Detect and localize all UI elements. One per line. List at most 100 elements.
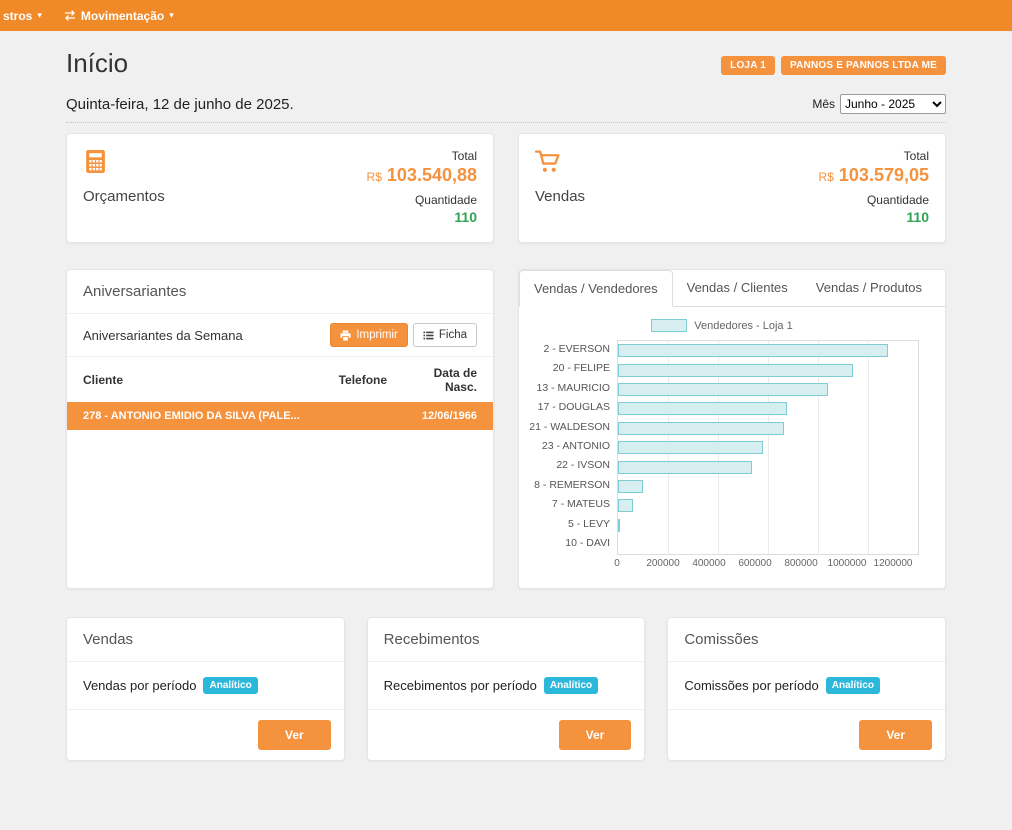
- total-label: Total: [367, 149, 477, 163]
- birthdays-panel: Aniversariantes Aniversariantes da Seman…: [66, 269, 494, 589]
- tab-vendas-vendedores[interactable]: Vendas / Vendedores: [519, 270, 673, 307]
- orcamentos-card: Orçamentos Total R$ 103.540,88 Quantidad…: [66, 133, 494, 243]
- legend-label: Vendedores - Loja 1: [694, 320, 792, 332]
- chart-labels: 2 - EVERSON20 - FELIPE13 - MAURICIO17 - …: [525, 340, 617, 555]
- month-filter: Mês Junho - 2025: [812, 94, 946, 114]
- tab-vendas-clientes[interactable]: Vendas / Clientes: [673, 270, 802, 306]
- orcamentos-title: Orçamentos: [83, 188, 165, 227]
- chart-bar-row: [618, 438, 918, 457]
- column-header-telefone: Telefone: [323, 357, 404, 402]
- x-axis-tick-label: 600000: [738, 558, 771, 569]
- ver-recebimentos-button[interactable]: Ver: [559, 720, 632, 750]
- nav-item-cadastros[interactable]: stros ▾: [0, 0, 53, 31]
- table-row[interactable]: 278 - ANTONIO EMIDIO DA SILVA (PALE... 1…: [67, 402, 493, 430]
- chart-bar: [618, 402, 787, 415]
- column-header-cliente: Cliente: [67, 357, 323, 402]
- sales-panel: Vendas / Vendedores Vendas / Clientes Ve…: [518, 269, 946, 589]
- sales-chart: Vendedores - Loja 1 2 - EVERSON20 - FELI…: [519, 307, 945, 574]
- printer-icon: [340, 330, 351, 341]
- chevron-down-icon: ▾: [37, 11, 42, 20]
- chart-bar-row: [618, 457, 918, 476]
- birthdays-table: Cliente Telefone Data de Nasc. 278 - ANT…: [67, 357, 493, 430]
- chart-bar-row: [618, 380, 918, 399]
- chart-plot: [617, 340, 919, 555]
- y-axis-category-label: 22 - IVSON: [525, 456, 617, 475]
- cell-cliente: 278 - ANTONIO EMIDIO DA SILVA (PALE...: [67, 402, 323, 430]
- month-label: Mês: [812, 97, 835, 111]
- quantity-label: Quantidade: [819, 193, 929, 207]
- chart-bar: [618, 519, 620, 532]
- x-axis-tick-label: 1000000: [828, 558, 867, 569]
- ver-vendas-button[interactable]: Ver: [258, 720, 331, 750]
- cell-nascimento: 12/06/1966: [404, 402, 493, 430]
- nav-item-movimentacao[interactable]: Movimentação ▾: [53, 0, 185, 31]
- vendas-report-title: Vendas: [67, 618, 344, 662]
- vendas-report-card: Vendas Vendas por período Analítico Ver: [66, 617, 345, 761]
- ficha-button-label: Ficha: [439, 329, 467, 341]
- recebimentos-report-card: Recebimentos Recebimentos por período An…: [367, 617, 646, 761]
- chart-bar: [618, 422, 784, 435]
- chart-legend: Vendedores - Loja 1: [525, 319, 919, 332]
- birthdays-panel-title: Aniversariantes: [67, 270, 493, 314]
- x-axis-tick-label: 1200000: [874, 558, 913, 569]
- chart-bar: [618, 364, 853, 377]
- x-axis-tick-label: 0: [614, 558, 620, 569]
- company-badge: PANNOS E PANNOS LTDA ME: [781, 56, 946, 75]
- column-header-nascimento: Data de Nasc.: [404, 357, 493, 402]
- quantity-label: Quantidade: [367, 193, 477, 207]
- current-date: Quinta-feira, 12 de junho de 2025.: [66, 96, 294, 113]
- recebimentos-report-text: Recebimentos por período: [384, 678, 537, 693]
- analitico-badge: Analítico: [203, 677, 257, 694]
- ficha-button[interactable]: Ficha: [413, 323, 477, 347]
- y-axis-category-label: 13 - MAURICIO: [525, 379, 617, 398]
- page-title: Início: [66, 48, 128, 79]
- legend-swatch: [651, 319, 687, 332]
- chart-bar-row: [618, 535, 918, 554]
- chart-bar: [618, 499, 633, 512]
- recebimentos-report-title: Recebimentos: [368, 618, 645, 662]
- chart-bar-row: [618, 399, 918, 418]
- y-axis-category-label: 17 - DOUGLAS: [525, 398, 617, 417]
- chart-bar: [618, 344, 888, 357]
- nav-item-movimentacao-label: Movimentação: [81, 9, 164, 23]
- cart-icon: [535, 149, 562, 174]
- exchange-icon: [64, 10, 76, 21]
- sales-tabs: Vendas / Vendedores Vendas / Clientes Ve…: [519, 270, 945, 307]
- ver-comissoes-button[interactable]: Ver: [859, 720, 932, 750]
- chart-bar-row: [618, 477, 918, 496]
- y-axis-category-label: 21 - WALDESON: [525, 418, 617, 437]
- analitico-badge: Analítico: [826, 677, 880, 694]
- print-button[interactable]: Imprimir: [330, 323, 408, 347]
- birthdays-subtitle: Aniversariantes da Semana: [83, 328, 243, 343]
- comissoes-report-card: Comissões Comissões por período Analític…: [667, 617, 946, 761]
- comissoes-report-title: Comissões: [668, 618, 945, 662]
- month-select[interactable]: Junho - 2025: [840, 94, 946, 114]
- chart-axis: 020000040000060000080000010000001200000: [617, 558, 893, 574]
- chart-bar-row: [618, 496, 918, 515]
- chart-bar: [618, 441, 763, 454]
- chart-bar-row: [618, 419, 918, 438]
- orcamentos-total: R$ 103.540,88: [367, 166, 477, 184]
- orcamentos-quantity: 110: [367, 210, 477, 224]
- top-navbar: stros ▾ Movimentação ▾: [0, 0, 1012, 31]
- divider: [66, 122, 946, 123]
- y-axis-category-label: 5 - LEVY: [525, 515, 617, 534]
- total-label: Total: [819, 149, 929, 163]
- chart-bar: [618, 383, 828, 396]
- chart-bar-row: [618, 516, 918, 535]
- analitico-badge: Analítico: [544, 677, 598, 694]
- y-axis-category-label: 7 - MATEUS: [525, 495, 617, 514]
- vendas-title: Vendas: [535, 188, 585, 227]
- vendas-total: R$ 103.579,05: [819, 166, 929, 184]
- vendas-quantity: 110: [819, 210, 929, 224]
- y-axis-category-label: 23 - ANTONIO: [525, 437, 617, 456]
- list-icon: [423, 330, 434, 341]
- calculator-icon: [83, 149, 108, 174]
- print-button-label: Imprimir: [356, 329, 398, 341]
- chart-bar: [618, 480, 643, 493]
- tab-vendas-produtos[interactable]: Vendas / Produtos: [802, 270, 936, 306]
- chart-bar: [618, 461, 752, 474]
- x-axis-tick-label: 200000: [646, 558, 679, 569]
- store-badge: LOJA 1: [721, 56, 775, 75]
- y-axis-category-label: 8 - REMERSON: [525, 476, 617, 495]
